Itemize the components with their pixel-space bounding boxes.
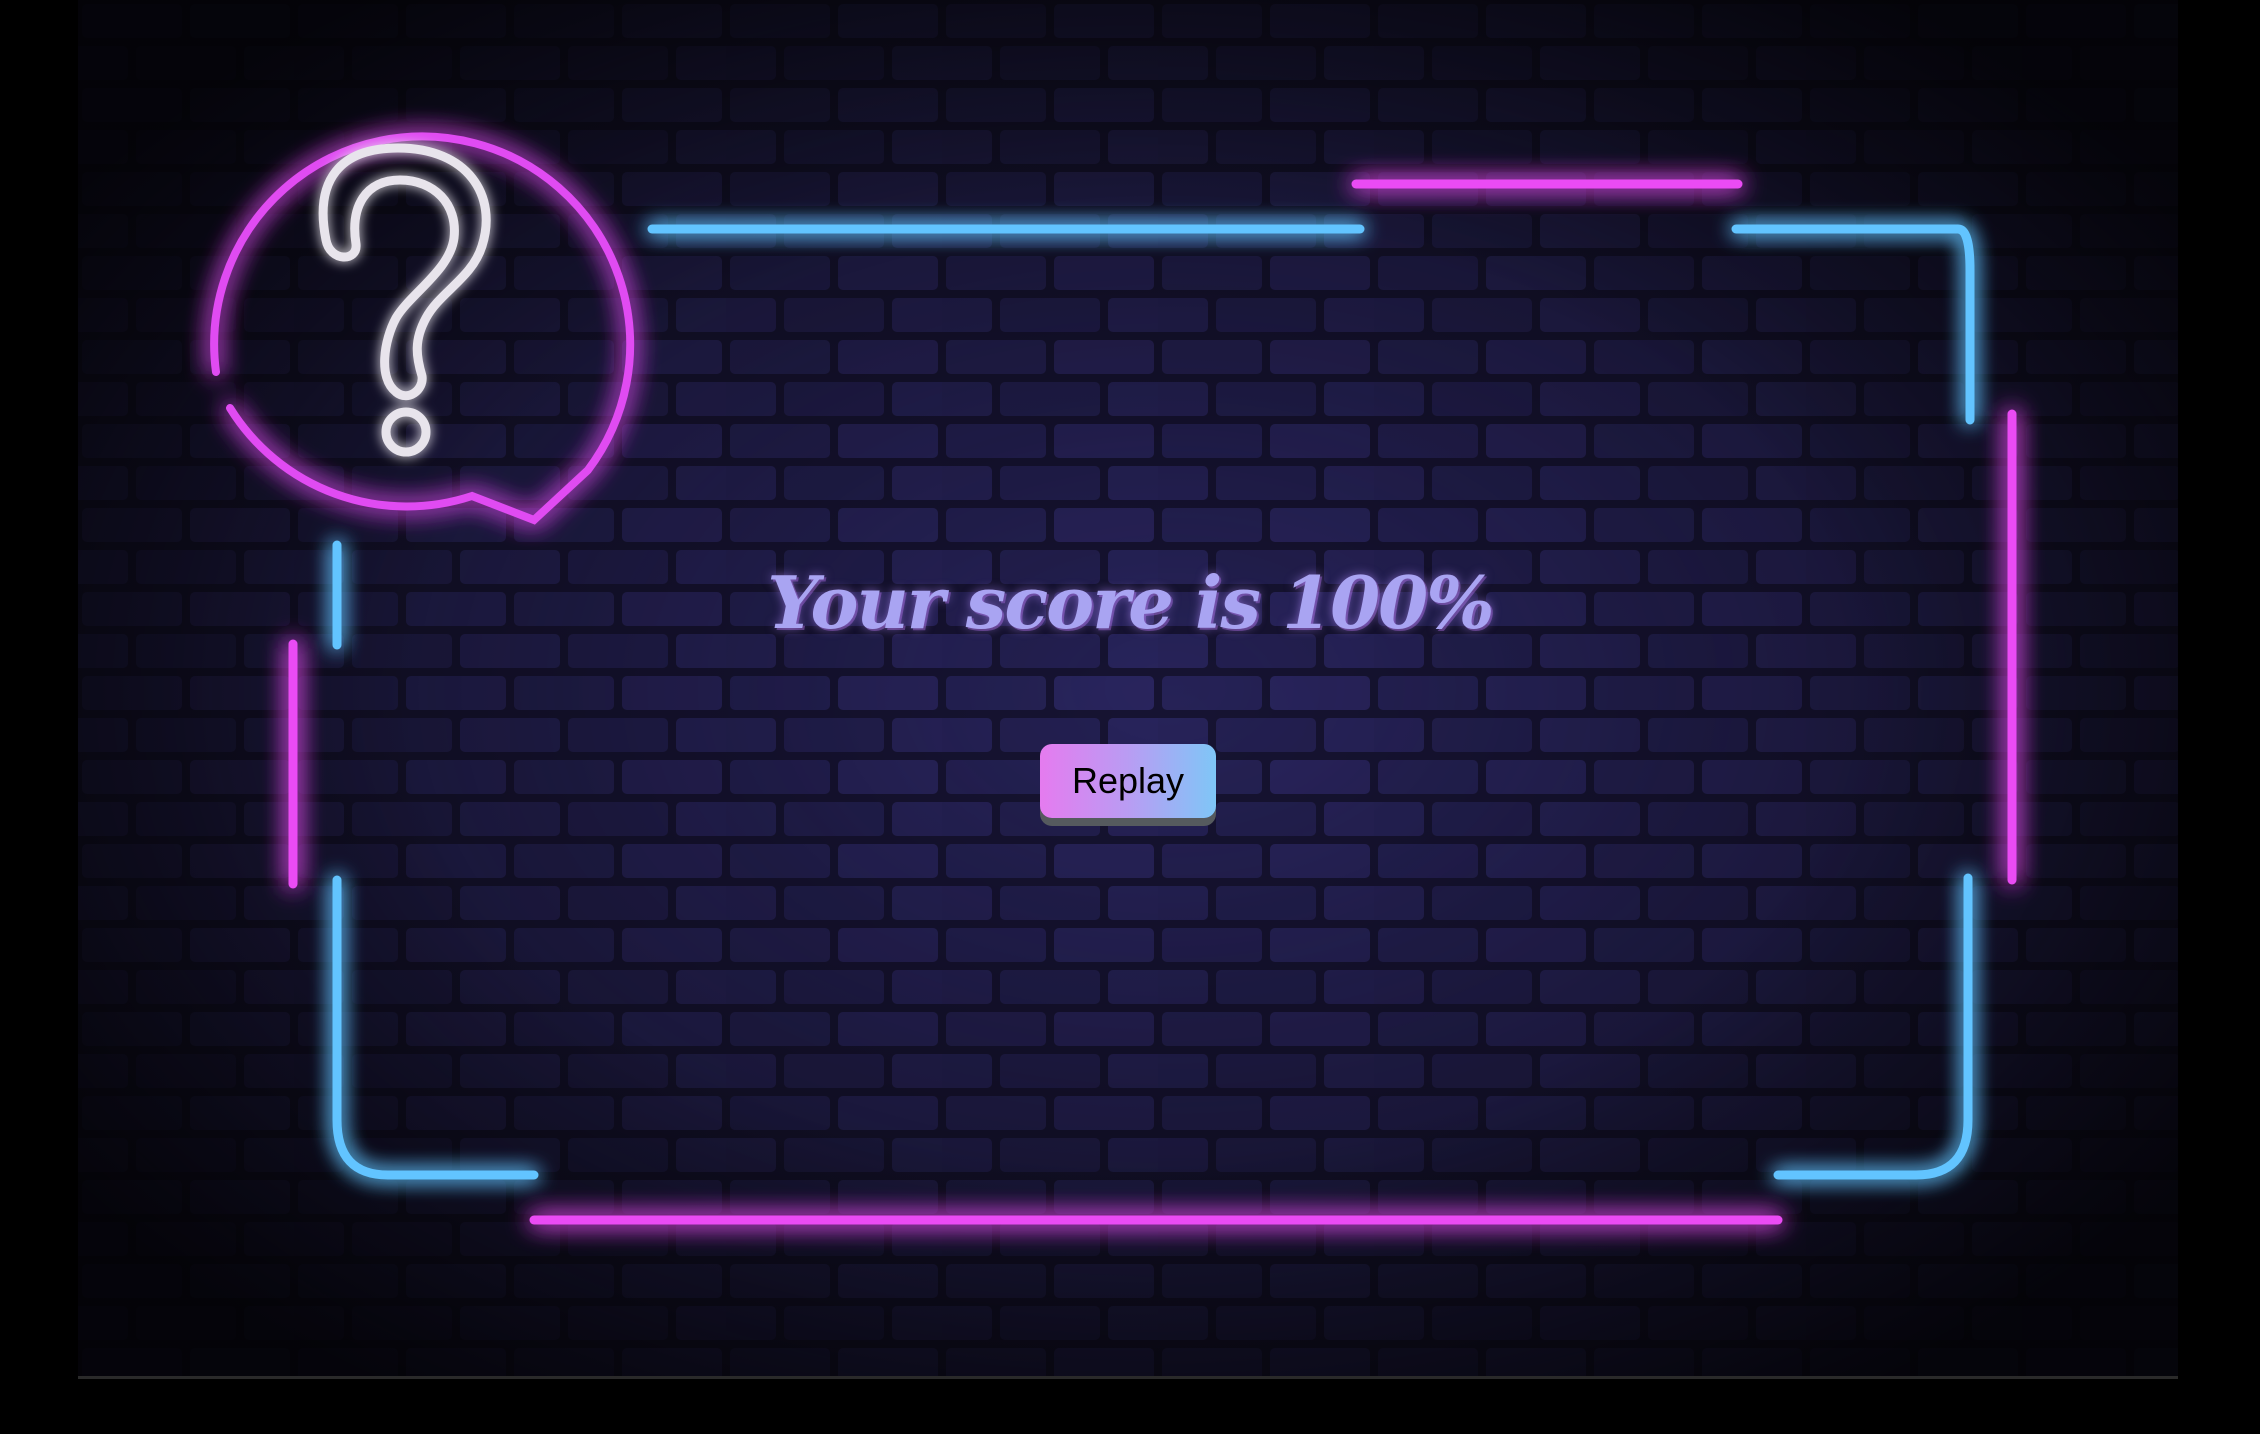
score-result-text: Your score is 100% [767,560,1494,645]
pink-neon-frame [288,179,2017,1225]
replay-button[interactable]: Replay [1040,744,1216,818]
game-screen: Your score is 100% Replay [0,0,2260,1434]
blue-neon-frame [332,224,1975,1180]
neon-frame [210,132,2017,1225]
neon-brick-wall-background [78,0,2178,1376]
question-mark-speech-bubble-icon [210,132,635,525]
scene-bottom-border [78,1376,2178,1379]
